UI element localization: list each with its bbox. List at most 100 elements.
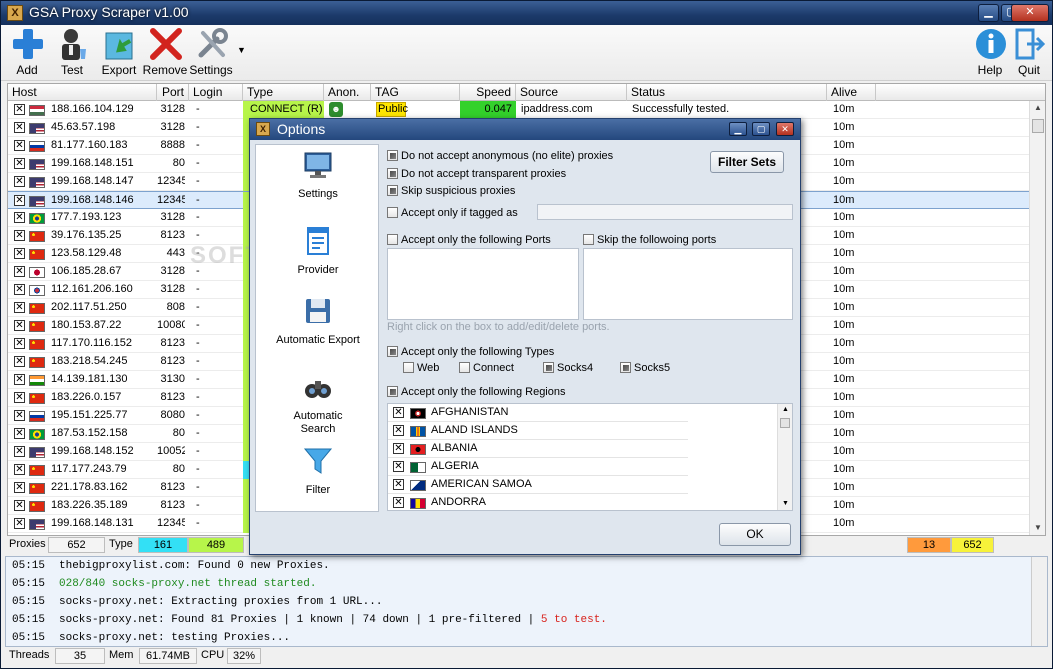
title-bar[interactable]: X GSA Proxy Scraper v1.00 ▁ ▢ ✕: [1, 1, 1052, 25]
row-checkbox-icon[interactable]: ✕: [14, 320, 25, 331]
scroll-down-icon[interactable]: ▼: [1030, 521, 1045, 535]
type-socks5-checkbox[interactable]: Socks5: [620, 362, 670, 374]
row-checkbox-icon[interactable]: ✕: [14, 374, 25, 385]
row-checkbox-icon[interactable]: ✕: [14, 158, 25, 169]
grid-vertical-scrollbar[interactable]: ▲ ▼: [1029, 101, 1045, 535]
row-checkbox-icon[interactable]: ✕: [14, 212, 25, 223]
region-checkbox-icon[interactable]: ✕: [393, 407, 404, 418]
close-button[interactable]: ✕: [1011, 4, 1049, 22]
quit-button[interactable]: Quit: [1006, 27, 1052, 77]
regions-list[interactable]: ✕ AFGHANISTAN ✕ ALAND ISLANDS ✕ ALBANIA ✕ ALGER…: [387, 403, 793, 511]
country-flag-icon: [410, 408, 426, 419]
row-checkbox-icon[interactable]: ✕: [14, 338, 25, 349]
sidebar-item-automatic-search[interactable]: Automatic Search: [256, 371, 380, 436]
row-checkbox-icon[interactable]: ✕: [14, 500, 25, 511]
type-connect-checkbox[interactable]: Connect: [459, 362, 514, 374]
sidebar-item-filter[interactable]: Filter: [256, 445, 380, 497]
regions-scrollbar[interactable]: ▲ ▼: [777, 404, 792, 510]
header-port[interactable]: Port: [157, 84, 189, 101]
sidebar-item-provider[interactable]: Provider: [256, 225, 380, 277]
row-checkbox-icon[interactable]: ✕: [14, 464, 25, 475]
row-checkbox-icon[interactable]: ✕: [14, 428, 25, 439]
header-tag[interactable]: TAG: [371, 84, 460, 101]
header-anon[interactable]: Anon.: [324, 84, 371, 101]
accept-ports-checkbox[interactable]: Accept only the following Ports: [387, 234, 551, 246]
log-scrollbar[interactable]: [1031, 557, 1047, 646]
options-logo-icon: X: [256, 122, 270, 136]
regions-scroll-up-icon[interactable]: ▲: [778, 404, 792, 416]
type-web-checkbox[interactable]: Web: [403, 362, 439, 374]
header-status[interactable]: Status: [627, 84, 827, 101]
filter-sets-button[interactable]: Filter Sets: [710, 151, 784, 173]
ok-button[interactable]: OK: [719, 523, 791, 546]
header-source[interactable]: Source: [516, 84, 627, 101]
log-panel[interactable]: 05:15 thebigproxylist.com: Found 0 new Pr…: [5, 556, 1048, 647]
options-title-bar[interactable]: X Options ▁ ▢ ✕: [250, 119, 800, 140]
row-checkbox-icon[interactable]: ✕: [14, 266, 25, 277]
skip-ports-list[interactable]: [583, 248, 793, 320]
region-checkbox-icon[interactable]: ✕: [393, 497, 404, 508]
row-checkbox-icon[interactable]: ✕: [14, 230, 25, 241]
scroll-thumb[interactable]: [1032, 119, 1044, 133]
accept-tagged-checkbox[interactable]: Accept only if tagged as: [387, 207, 518, 219]
list-item[interactable]: ✕ ANDORRA: [388, 494, 688, 510]
scroll-up-icon[interactable]: ▲: [1030, 101, 1045, 115]
type-socks4-checkbox[interactable]: Socks4: [543, 362, 593, 374]
row-checkbox-icon[interactable]: ✕: [14, 284, 25, 295]
options-close-button[interactable]: ✕: [776, 122, 794, 136]
header-host[interactable]: Host: [8, 84, 157, 101]
options-maximize-button[interactable]: ▢: [752, 122, 770, 136]
header-login[interactable]: Login: [189, 84, 243, 101]
row-checkbox-icon[interactable]: ✕: [14, 140, 25, 151]
toolbar: Add Test Export Remove Settings ▼ Help Q…: [1, 25, 1052, 81]
accept-types-checkbox[interactable]: Accept only the following Types: [387, 346, 554, 358]
host-cell: 199.168.148.131: [51, 517, 134, 529]
list-item[interactable]: ✕ ALGERIA: [388, 458, 688, 476]
minimize-button[interactable]: ▁: [978, 4, 999, 22]
row-checkbox-icon[interactable]: ✕: [14, 518, 25, 529]
row-checkbox-icon[interactable]: ✕: [14, 446, 25, 457]
header-type[interactable]: Type: [243, 84, 324, 101]
regions-scroll-thumb[interactable]: [780, 418, 790, 428]
sidebar-item-automatic-export[interactable]: Automatic Export: [256, 295, 380, 347]
no-transparent-checkbox[interactable]: Do not accept transparent proxies: [387, 168, 566, 180]
list-item[interactable]: ✕ AMERICAN SAMOA: [388, 476, 688, 494]
region-checkbox-icon[interactable]: ✕: [393, 461, 404, 472]
skip-ports-checkbox[interactable]: Skip the followoing ports: [583, 234, 716, 246]
tag-input[interactable]: [537, 204, 793, 220]
anon-mask-icon: ☻: [329, 102, 343, 117]
alive-cell: 10m: [833, 355, 855, 367]
header-alive[interactable]: Alive: [827, 84, 876, 101]
row-checkbox-icon[interactable]: ✕: [14, 410, 25, 421]
row-checkbox-icon[interactable]: ✕: [14, 482, 25, 493]
row-checkbox-icon[interactable]: ✕: [14, 302, 25, 313]
list-item[interactable]: ✕ ALBANIA: [388, 440, 688, 458]
header-speed[interactable]: Speed: [460, 84, 516, 101]
sidebar-item-settings[interactable]: Settings: [256, 149, 380, 201]
alive-cell: 10m: [833, 283, 855, 295]
row-checkbox-icon[interactable]: ✕: [14, 392, 25, 403]
region-checkbox-icon[interactable]: ✕: [393, 425, 404, 436]
no-anonymous-checkbox[interactable]: Do not accept anonymous (no elite) proxi…: [387, 150, 613, 162]
skip-suspicious-checkbox[interactable]: Skip suspicious proxies: [387, 185, 515, 197]
row-checkbox-icon[interactable]: ✕: [14, 248, 25, 259]
row-checkbox-icon[interactable]: ✕: [14, 176, 25, 187]
remove-x-icon: [150, 28, 182, 60]
settings-dropdown-arrow-icon[interactable]: ▼: [237, 45, 246, 55]
region-checkbox-icon[interactable]: ✕: [393, 479, 404, 490]
log-time: 05:15: [12, 632, 46, 644]
region-checkbox-icon[interactable]: ✕: [393, 443, 404, 454]
list-item[interactable]: ✕ ALAND ISLANDS: [388, 422, 688, 440]
list-item[interactable]: ✕ AFGHANISTAN: [388, 404, 688, 422]
accept-ports-list[interactable]: [387, 248, 579, 320]
settings-button[interactable]: Settings: [188, 27, 234, 77]
regions-scroll-down-icon[interactable]: ▼: [778, 498, 792, 510]
row-checkbox-icon[interactable]: ✕: [14, 122, 25, 133]
options-minimize-button[interactable]: ▁: [729, 122, 747, 136]
accept-regions-checkbox[interactable]: Accept only the following Regions: [387, 386, 565, 398]
sidebar-label-automatic-export: Automatic Export: [276, 334, 360, 346]
login-cell: -: [196, 194, 200, 206]
row-checkbox-icon[interactable]: ✕: [14, 356, 25, 367]
test-button[interactable]: Test: [49, 27, 95, 77]
row-checkbox-icon[interactable]: ✕: [14, 195, 25, 206]
